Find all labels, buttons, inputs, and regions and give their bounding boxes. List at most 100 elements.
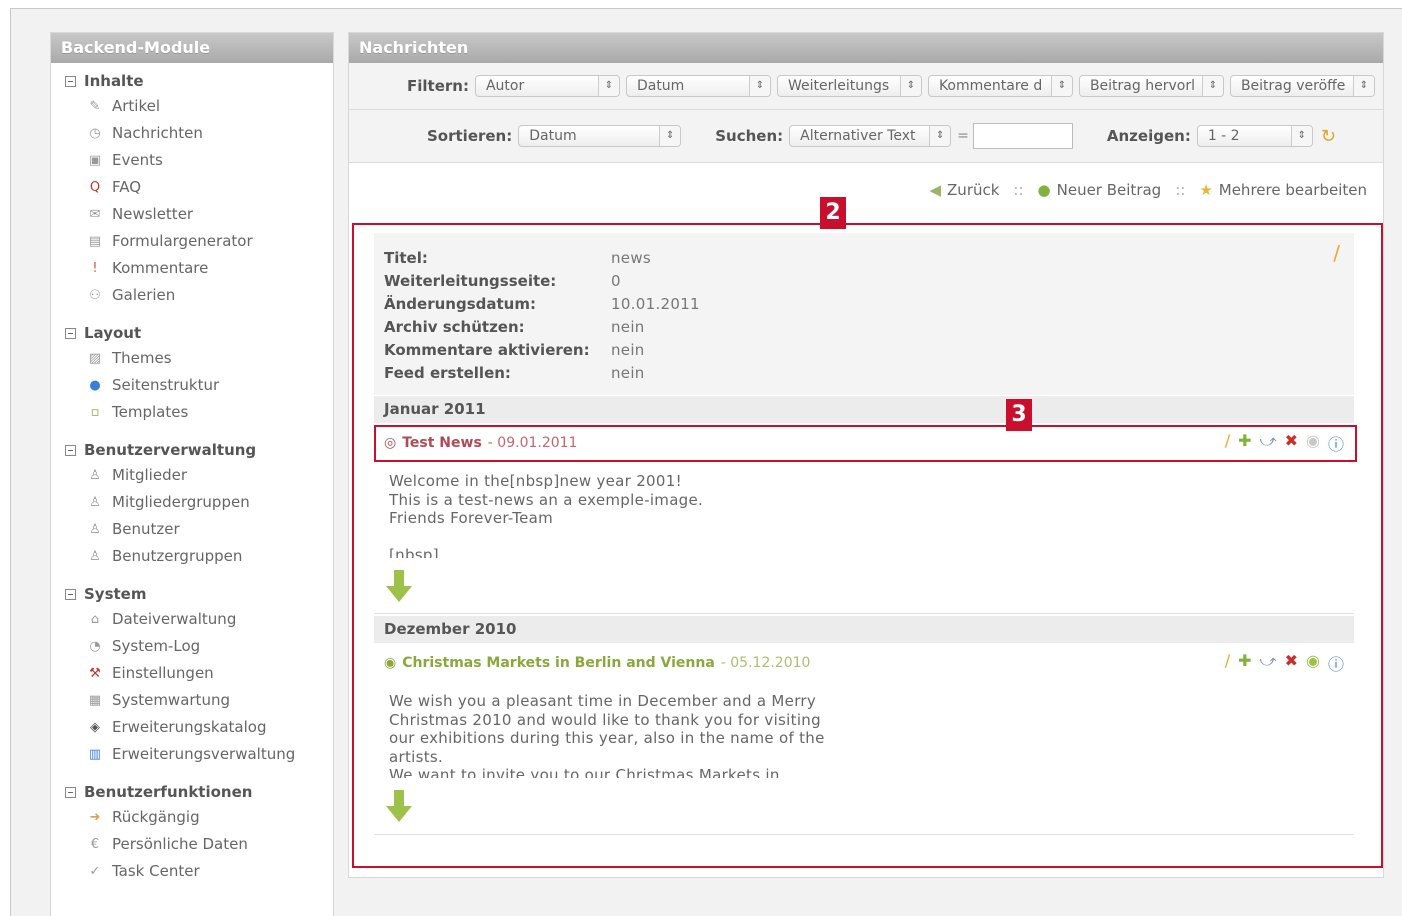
sidebar-item-label: Kommentare	[112, 259, 209, 277]
sidebar-item-mitgliedergruppen[interactable]: ♙ Mitgliedergruppen	[51, 489, 333, 516]
sidebar-item-nachrichten[interactable]: ◷ Nachrichten	[51, 120, 333, 147]
users-icon: ♙	[89, 494, 101, 510]
sidebar-item-task-center[interactable]: ✓ Task Center	[51, 858, 333, 885]
maintenance-icon: ▦	[88, 692, 102, 708]
sidebar-item-label: Systemwartung	[112, 691, 230, 709]
sidebar-item-label: System-Log	[112, 637, 201, 655]
sort-select[interactable]: Datum ⇕	[518, 125, 682, 147]
sidebar-item-label: Persönliche Daten	[112, 835, 248, 853]
sidebar-item-kommentare[interactable]: ! Kommentare	[51, 255, 333, 282]
undo-icon: ➜	[89, 809, 101, 825]
sidebar-item-benutzergruppen[interactable]: ♙ Benutzergruppen	[51, 543, 333, 570]
new-entry-link[interactable]: Neuer Beitrag	[1057, 181, 1162, 199]
sidebar-item-newsletter[interactable]: ✉ Newsletter	[51, 201, 333, 228]
sidebar-item-system-log[interactable]: ◔ System-Log	[51, 633, 333, 660]
sidebar-item-events[interactable]: ▣ Events	[51, 147, 333, 174]
edit-multiple-link[interactable]: Mehrere bearbeiten	[1219, 181, 1367, 199]
search-input[interactable]	[972, 123, 1073, 149]
group-label: Layout	[84, 324, 142, 342]
group-header-benutzerfunktionen[interactable]: Benutzerfunktionen	[51, 780, 333, 804]
collapse-icon[interactable]	[65, 786, 76, 798]
sidebar-item-persoenliche-daten[interactable]: € Persönliche Daten	[51, 831, 333, 858]
newsletter-icon: ✉	[89, 206, 101, 222]
updown-icon: ⇕	[1201, 76, 1223, 96]
group-header-layout[interactable]: Layout	[51, 321, 333, 345]
sidebar: Backend-Module Inhalte ✎ Artikel ◷ Nachric…	[50, 32, 334, 916]
collapse-icon[interactable]	[65, 588, 76, 600]
sidebar-item-artikel[interactable]: ✎ Artikel	[51, 93, 333, 120]
search-field-select[interactable]: Alternativer Text ⇕	[789, 125, 952, 147]
select-value: Datum	[529, 128, 577, 144]
select-value: Alternativer Text	[800, 128, 916, 144]
sidebar-title: Backend-Module	[51, 33, 333, 63]
sort-label: Sortieren:	[427, 127, 513, 145]
sidebar-item-rueckgaengig[interactable]: ➜ Rückgängig	[51, 804, 333, 831]
log-icon: ◔	[89, 638, 101, 654]
sidebar-item-faq[interactable]: Q FAQ	[51, 174, 333, 201]
users-icon: ♙	[89, 548, 101, 564]
group-system: System ⌂ Dateiverwaltung ◔ System-Log ⚒ Ein…	[51, 582, 333, 768]
filter-select-autor[interactable]: Autor ⇕	[474, 75, 620, 97]
show-select[interactable]: 1 - 2 ⇕	[1196, 125, 1313, 147]
calendar-icon: ▣	[88, 152, 102, 168]
sidebar-item-label: Events	[112, 151, 163, 169]
sidebar-item-label: Einstellungen	[112, 664, 214, 682]
collapse-icon[interactable]	[65, 75, 76, 87]
filter-select-datum[interactable]: Datum ⇕	[625, 75, 771, 97]
personal-data-icon: €	[90, 836, 100, 852]
sidebar-item-label: Formulargenerator	[112, 232, 253, 250]
sidebar-item-dateiverwaltung[interactable]: ⌂ Dateiverwaltung	[51, 606, 333, 633]
globe-icon: ●	[89, 377, 101, 393]
updown-icon: ⇕	[748, 76, 770, 96]
new-icon: ●	[1037, 181, 1051, 199]
filter-select-veroeffentlichen[interactable]: Beitrag veröffe ⇕	[1229, 75, 1375, 97]
select-value: Autor	[485, 78, 525, 94]
updown-icon: ⇕	[597, 76, 619, 96]
main-title: Nachrichten	[349, 33, 1383, 63]
select-value: Weiterleitungs	[787, 78, 890, 94]
select-value: Kommentare d	[938, 78, 1043, 94]
sidebar-item-systemwartung[interactable]: ▦ Systemwartung	[51, 687, 333, 714]
star-icon: ★	[1199, 181, 1213, 199]
settings-icon: ⚒	[89, 665, 101, 681]
back-link[interactable]: Zurück	[947, 181, 999, 199]
group-header-benutzerverwaltung[interactable]: Benutzerverwaltung	[51, 438, 333, 462]
sidebar-item-label: Mitglieder	[112, 466, 187, 484]
sidebar-item-seitenstruktur[interactable]: ● Seitenstruktur	[51, 372, 333, 399]
sidebar-item-templates[interactable]: ▫ Templates	[51, 399, 333, 426]
updown-icon: ⇕	[1352, 76, 1374, 96]
faq-icon: Q	[89, 179, 101, 195]
sidebar-item-label: Task Center	[112, 862, 200, 880]
sidebar-item-erweiterungskatalog[interactable]: ◈ Erweiterungskatalog	[51, 714, 333, 741]
file-manager-icon: ⌂	[90, 611, 100, 627]
group-header-system[interactable]: System	[51, 582, 333, 606]
collapse-icon[interactable]	[65, 327, 76, 339]
group-label: Inhalte	[84, 72, 144, 90]
sidebar-item-label: Nachrichten	[112, 124, 203, 142]
reload-icon[interactable]: ↻	[1321, 126, 1336, 147]
sidebar-item-einstellungen[interactable]: ⚒ Einstellungen	[51, 660, 333, 687]
filter-select-hervorheben[interactable]: Beitrag hervorl ⇕	[1078, 75, 1224, 97]
user-icon: ♙	[89, 521, 101, 537]
filter-select-weiterleitung[interactable]: Weiterleitungs ⇕	[776, 75, 922, 97]
sidebar-item-galerien[interactable]: ⚇ Galerien	[51, 282, 333, 309]
sidebar-item-themes[interactable]: ▨ Themes	[51, 345, 333, 372]
search-label: Suchen:	[715, 127, 784, 145]
filter-select-kommentare[interactable]: Kommentare d ⇕	[927, 75, 1073, 97]
back-arrow-icon: ◀	[929, 181, 942, 199]
filter-label: Filtern:	[407, 77, 469, 95]
sidebar-item-label: Galerien	[112, 286, 176, 304]
sidebar-item-mitglieder[interactable]: ♙ Mitglieder	[51, 462, 333, 489]
sidebar-item-label: Seitenstruktur	[112, 376, 220, 394]
sidebar-item-label: Mitgliedergruppen	[112, 493, 250, 511]
group-benutzerfunktionen: Benutzerfunktionen ➜ Rückgängig € Persönli…	[51, 780, 333, 885]
group-header-inhalte[interactable]: Inhalte	[51, 69, 333, 93]
updown-icon: ⇕	[899, 76, 921, 96]
clock-icon: ◷	[89, 125, 101, 141]
sidebar-item-benutzer[interactable]: ♙ Benutzer	[51, 516, 333, 543]
sidebar-item-erweiterungsverwaltung[interactable]: ▥ Erweiterungsverwaltung	[51, 741, 333, 768]
select-value: Datum	[636, 78, 685, 94]
form-icon: ▤	[88, 233, 102, 249]
collapse-icon[interactable]	[65, 444, 76, 456]
sidebar-item-formulargenerator[interactable]: ▤ Formulargenerator	[51, 228, 333, 255]
